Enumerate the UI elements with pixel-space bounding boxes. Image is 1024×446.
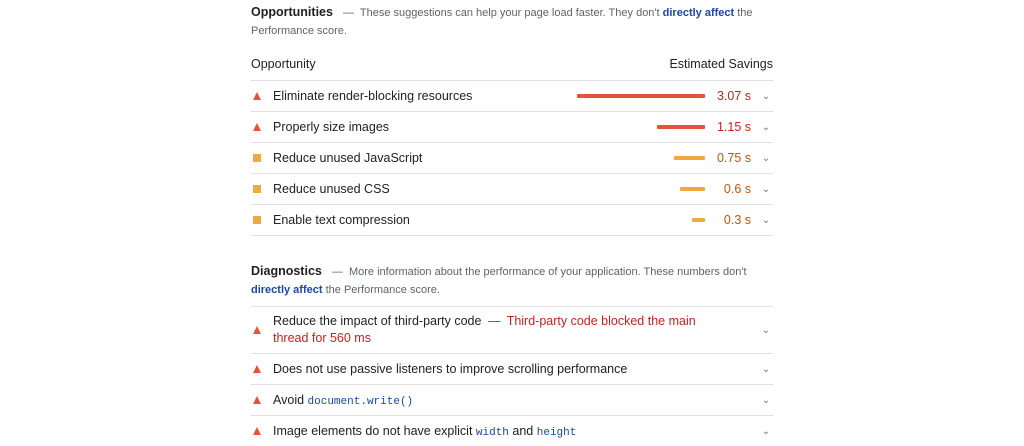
diagnostic-code-height: height bbox=[536, 426, 577, 439]
savings-bar-track bbox=[565, 94, 705, 98]
opportunities-list: Eliminate render-blocking resources 3.07 … bbox=[251, 81, 773, 236]
opportunity-label: Enable text compression bbox=[273, 213, 410, 227]
savings-bar-track bbox=[565, 218, 705, 222]
opportunities-directly-affect-link[interactable]: directly affect bbox=[663, 7, 735, 19]
average-square-icon bbox=[253, 216, 261, 224]
savings-value: 0.3 s bbox=[723, 213, 751, 227]
opportunities-title: Opportunities bbox=[251, 5, 333, 19]
chevron-down-icon[interactable]: ⌄ bbox=[759, 215, 773, 226]
fail-triangle-icon bbox=[253, 326, 261, 334]
average-square-icon bbox=[253, 185, 261, 193]
opportunity-label: Reduce unused CSS bbox=[273, 182, 390, 196]
opportunities-description: These suggestions can help your page loa… bbox=[359, 7, 660, 19]
fail-triangle-icon bbox=[253, 365, 261, 373]
savings-bar bbox=[674, 156, 705, 160]
diagnostics-description: More information about the performance o… bbox=[348, 266, 747, 278]
diagnostic-and: and bbox=[512, 423, 534, 438]
opportunity-label: Eliminate render-blocking resources bbox=[273, 89, 473, 103]
savings-bar bbox=[680, 187, 705, 191]
opportunity-label: Properly size images bbox=[273, 120, 390, 134]
savings-value: 3.07 s bbox=[716, 89, 751, 103]
diagnostics-description-end: the Performance score. bbox=[325, 284, 440, 296]
opportunities-header: Opportunities — These suggestions can he… bbox=[251, 5, 753, 37]
chevron-down-icon[interactable]: ⌄ bbox=[759, 153, 773, 164]
opportunities-column-header: Opportunity Estimated Savings bbox=[251, 48, 773, 81]
diagnostic-third-party-code[interactable]: Reduce the impact of third-party code — … bbox=[251, 307, 773, 354]
diagnostic-passive-listeners[interactable]: Does not use passive listeners to improv… bbox=[251, 354, 773, 385]
diagnostic-document-write[interactable]: Avoid document.write() ⌄ bbox=[251, 385, 773, 416]
savings-value: 0.75 s bbox=[716, 151, 751, 165]
chevron-down-icon[interactable]: ⌄ bbox=[759, 325, 773, 336]
savings-bar-track bbox=[565, 187, 705, 191]
opportunity-row[interactable]: Reduce unused JavaScript 0.75 s ⌄ bbox=[251, 143, 773, 174]
savings-bar-track bbox=[565, 156, 705, 160]
opportunity-row[interactable]: Reduce unused CSS 0.6 s ⌄ bbox=[251, 174, 773, 205]
audit-panel: Opportunities — These suggestions can he… bbox=[251, 0, 773, 446]
savings-bar bbox=[692, 218, 705, 222]
savings-bar bbox=[657, 125, 705, 129]
chevron-down-icon[interactable]: ⌄ bbox=[759, 184, 773, 195]
diagnostic-code: document.write() bbox=[307, 395, 414, 408]
diagnostic-image-dimensions[interactable]: Image elements do not have explicit widt… bbox=[251, 416, 773, 446]
chevron-down-icon[interactable]: ⌄ bbox=[759, 91, 773, 102]
fail-triangle-icon bbox=[253, 123, 261, 131]
average-square-icon bbox=[253, 154, 261, 162]
savings-bar-track bbox=[565, 125, 705, 129]
column-opportunity: Opportunity bbox=[251, 57, 316, 71]
savings-bar bbox=[577, 94, 705, 98]
chevron-down-icon[interactable]: ⌄ bbox=[759, 426, 773, 437]
diagnostics-directly-affect-link[interactable]: directly affect bbox=[251, 284, 323, 296]
fail-triangle-icon bbox=[253, 427, 261, 435]
diagnostics-title: Diagnostics bbox=[251, 264, 322, 278]
diagnostic-label: Does not use passive listeners to improv… bbox=[273, 362, 628, 376]
opportunity-row[interactable]: Eliminate render-blocking resources 3.07 … bbox=[251, 81, 773, 112]
fail-triangle-icon bbox=[253, 92, 261, 100]
opportunity-row[interactable]: Properly size images 1.15 s ⌄ bbox=[251, 112, 773, 143]
chevron-down-icon[interactable]: ⌄ bbox=[759, 364, 773, 375]
chevron-down-icon[interactable]: ⌄ bbox=[759, 122, 773, 133]
savings-value: 1.15 s bbox=[716, 120, 751, 134]
fail-triangle-icon bbox=[253, 396, 261, 404]
diagnostic-label: Image elements do not have explicit bbox=[273, 423, 473, 438]
savings-value: 0.6 s bbox=[723, 182, 751, 196]
diagnostic-code-width: width bbox=[475, 426, 509, 439]
diagnostic-label: Reduce the impact of third-party code bbox=[273, 314, 482, 328]
chevron-down-icon[interactable]: ⌄ bbox=[759, 395, 773, 406]
column-estimated-savings: Estimated Savings bbox=[669, 57, 773, 71]
diagnostic-label: Avoid bbox=[273, 392, 305, 407]
diagnostics-header: Diagnostics — More information about the… bbox=[251, 264, 747, 296]
opportunity-row[interactable]: Enable text compression 0.3 s ⌄ bbox=[251, 205, 773, 236]
opportunity-label: Reduce unused JavaScript bbox=[273, 151, 423, 165]
